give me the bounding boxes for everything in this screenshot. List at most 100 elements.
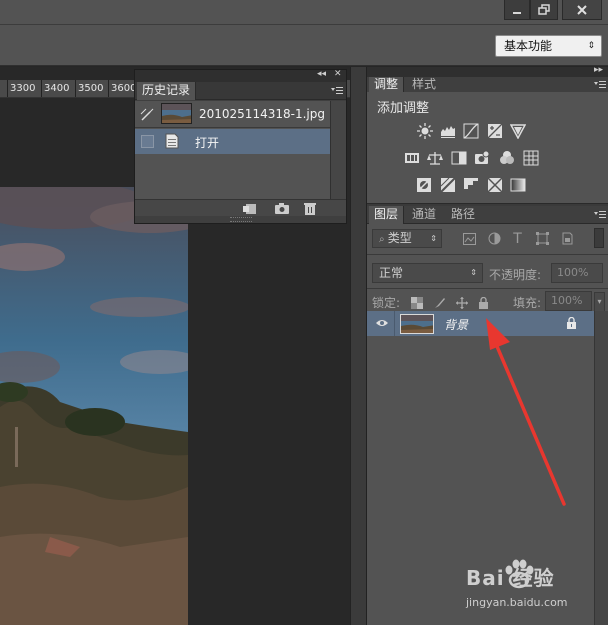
panel-menu-icon[interactable] bbox=[331, 86, 343, 96]
panel-dock-separator bbox=[350, 67, 366, 625]
document-icon bbox=[165, 133, 179, 149]
tab-channels[interactable]: 通道 bbox=[407, 206, 441, 224]
restore-icon bbox=[538, 3, 550, 15]
adjustments-panel: ▸▸ 调整 样式 添加调整 bbox=[367, 65, 608, 205]
tab-adjustments[interactable]: 调整 bbox=[369, 77, 405, 92]
color-lookup-icon[interactable] bbox=[523, 150, 539, 166]
black-white-icon[interactable] bbox=[451, 150, 467, 166]
panel-menu-icon[interactable] bbox=[594, 210, 606, 220]
layer-name[interactable]: 背景 bbox=[444, 316, 468, 333]
history-step-label: 打开 bbox=[195, 136, 220, 150]
ruler-tick: 3500 bbox=[78, 83, 104, 94]
type-layer-filter-icon[interactable]: T bbox=[510, 231, 525, 247]
levels-icon[interactable] bbox=[440, 123, 456, 139]
posterize-icon[interactable] bbox=[440, 177, 456, 193]
camera-icon[interactable] bbox=[274, 202, 290, 215]
layer-thumbnail[interactable] bbox=[400, 314, 434, 334]
color-balance-icon[interactable] bbox=[427, 150, 443, 166]
lock-label: 锁定: bbox=[372, 296, 401, 310]
history-scrollbar[interactable] bbox=[330, 101, 346, 199]
pixel-layer-filter-icon[interactable] bbox=[462, 231, 477, 246]
layer-filter-select[interactable]: ⌕ 类型 ⇕ bbox=[372, 229, 442, 248]
opacity-input[interactable]: 100% ▾ bbox=[551, 263, 603, 283]
lock-image-pixels-icon[interactable] bbox=[433, 296, 446, 309]
resize-grip[interactable] bbox=[230, 217, 252, 222]
new-document-from-state-icon[interactable] bbox=[242, 202, 258, 215]
step-checkbox[interactable] bbox=[141, 135, 154, 148]
lock-position-icon[interactable] bbox=[455, 296, 468, 309]
brightness-contrast-icon[interactable] bbox=[417, 123, 433, 139]
gradient-map-icon[interactable] bbox=[510, 177, 526, 193]
adjustments-header[interactable]: ▸▸ bbox=[367, 65, 608, 77]
lock-transparent-pixels-icon[interactable] bbox=[410, 296, 423, 309]
shape-layer-filter-icon[interactable] bbox=[535, 231, 550, 246]
ruler-tick: 3600 bbox=[111, 83, 137, 94]
panel-header[interactable]: ◂◂ ✕ bbox=[135, 69, 346, 82]
snapshot-name: 201025114318-1.jpg bbox=[199, 107, 325, 121]
trash-icon[interactable] bbox=[303, 202, 317, 215]
tab-history[interactable]: 历史记录 bbox=[137, 82, 197, 100]
updown-arrow-icon: ⇕ bbox=[587, 41, 595, 51]
adjustments-title: 添加调整 bbox=[377, 101, 430, 116]
close-icon bbox=[577, 4, 587, 15]
collapse-icon[interactable]: ◂◂ bbox=[317, 69, 326, 79]
photo-filter-icon[interactable] bbox=[474, 150, 490, 166]
minimize-icon bbox=[513, 11, 521, 14]
snapshot-thumbnail bbox=[161, 103, 192, 124]
tab-paths[interactable]: 路径 bbox=[446, 206, 480, 224]
threshold-icon[interactable] bbox=[463, 177, 479, 193]
watermark-brand: Bai 经验 bbox=[466, 566, 555, 590]
fill-input[interactable]: 100% bbox=[545, 291, 592, 311]
canvas-image[interactable] bbox=[0, 187, 188, 625]
history-snapshot[interactable]: 201025114318-1.jpg bbox=[135, 101, 330, 128]
invert-icon[interactable] bbox=[416, 177, 432, 193]
channel-mixer-icon[interactable] bbox=[499, 150, 515, 166]
divider bbox=[394, 311, 395, 336]
fill-label: 填充: bbox=[513, 296, 542, 310]
history-step[interactable]: 打开 bbox=[135, 129, 330, 154]
opacity-value: 100% bbox=[557, 266, 589, 279]
blend-mode-value: 正常 bbox=[379, 266, 404, 280]
fill-dropdown-arrow-icon[interactable]: ▾ bbox=[594, 292, 605, 312]
minimize-button[interactable] bbox=[504, 0, 530, 20]
divider bbox=[367, 288, 608, 289]
options-bar: 基本功能 ⇕ bbox=[0, 24, 608, 66]
filter-label: 类型 bbox=[387, 231, 412, 245]
exposure-icon[interactable] bbox=[487, 123, 503, 139]
panel-menu-icon[interactable] bbox=[594, 80, 606, 90]
adjustment-layer-filter-icon[interactable] bbox=[487, 231, 502, 246]
history-tabs: 历史记录 bbox=[135, 82, 346, 100]
tab-layers[interactable]: 图层 bbox=[369, 206, 405, 224]
hue-saturation-icon[interactable] bbox=[404, 150, 420, 166]
workspace-switcher[interactable]: 基本功能 ⇕ bbox=[495, 35, 602, 57]
close-button[interactable] bbox=[562, 0, 602, 20]
curves-icon[interactable] bbox=[463, 123, 479, 139]
history-panel: ◂◂ ✕ 历史记录 201025114318-1.jpg 打开 bbox=[134, 69, 347, 224]
collapse-icon[interactable]: ▸▸ bbox=[594, 65, 603, 75]
history-footer bbox=[135, 199, 346, 216]
ruler-tick: 3300 bbox=[10, 83, 36, 94]
annotation-arrow-icon bbox=[486, 318, 566, 506]
divider bbox=[367, 254, 608, 255]
history-list: 201025114318-1.jpg 打开 bbox=[135, 101, 330, 199]
layers-tabs: 图层 通道 路径 bbox=[367, 206, 608, 224]
ruler-tick: 3400 bbox=[44, 83, 70, 94]
visibility-eye-icon[interactable] bbox=[375, 317, 389, 329]
filter-toggle[interactable] bbox=[594, 228, 604, 248]
history-brush-icon[interactable] bbox=[140, 108, 156, 122]
workspace-label: 基本功能 bbox=[504, 39, 553, 53]
adjustments-tabs: 调整 样式 bbox=[367, 77, 608, 92]
search-icon: ⌕ bbox=[379, 234, 388, 245]
lock-all-icon[interactable] bbox=[477, 296, 490, 309]
restore-button[interactable] bbox=[530, 0, 558, 20]
blend-mode-select[interactable]: 正常 ⇕ bbox=[372, 263, 483, 283]
smart-object-filter-icon[interactable] bbox=[560, 231, 575, 246]
tab-styles[interactable]: 样式 bbox=[407, 77, 441, 92]
app-title-bar bbox=[0, 0, 608, 24]
close-panel-icon[interactable]: ✕ bbox=[334, 69, 342, 79]
vibrance-icon[interactable] bbox=[510, 123, 526, 139]
opacity-label: 不透明度: bbox=[489, 268, 542, 282]
selective-color-icon[interactable] bbox=[487, 177, 503, 193]
fill-value: 100% bbox=[551, 294, 583, 307]
updown-arrow-icon: ⇕ bbox=[470, 268, 477, 277]
